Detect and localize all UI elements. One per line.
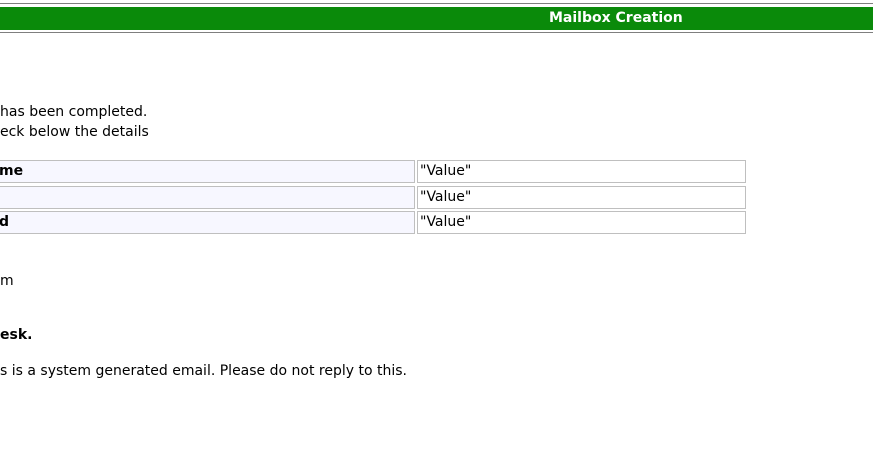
instruction-text: eck below the details <box>0 124 149 140</box>
detail-label-2 <box>0 186 415 209</box>
signoff-text: m <box>0 273 14 289</box>
completion-text: has been completed. <box>0 104 148 120</box>
detail-value-3: "Value" <box>417 211 746 234</box>
detail-value-2: "Value" <box>417 186 746 209</box>
team-name: esk. <box>0 327 33 343</box>
disclaimer-text: s is a system generated email. Please do… <box>0 363 407 379</box>
top-rule-2 <box>0 32 873 33</box>
top-rule-1 <box>0 3 873 4</box>
detail-value-1: "Value" <box>417 160 746 183</box>
detail-label-1: me <box>0 160 415 183</box>
header-bar <box>0 7 873 30</box>
page-title: Mailbox Creation <box>549 10 683 26</box>
detail-label-3: d <box>0 211 415 234</box>
